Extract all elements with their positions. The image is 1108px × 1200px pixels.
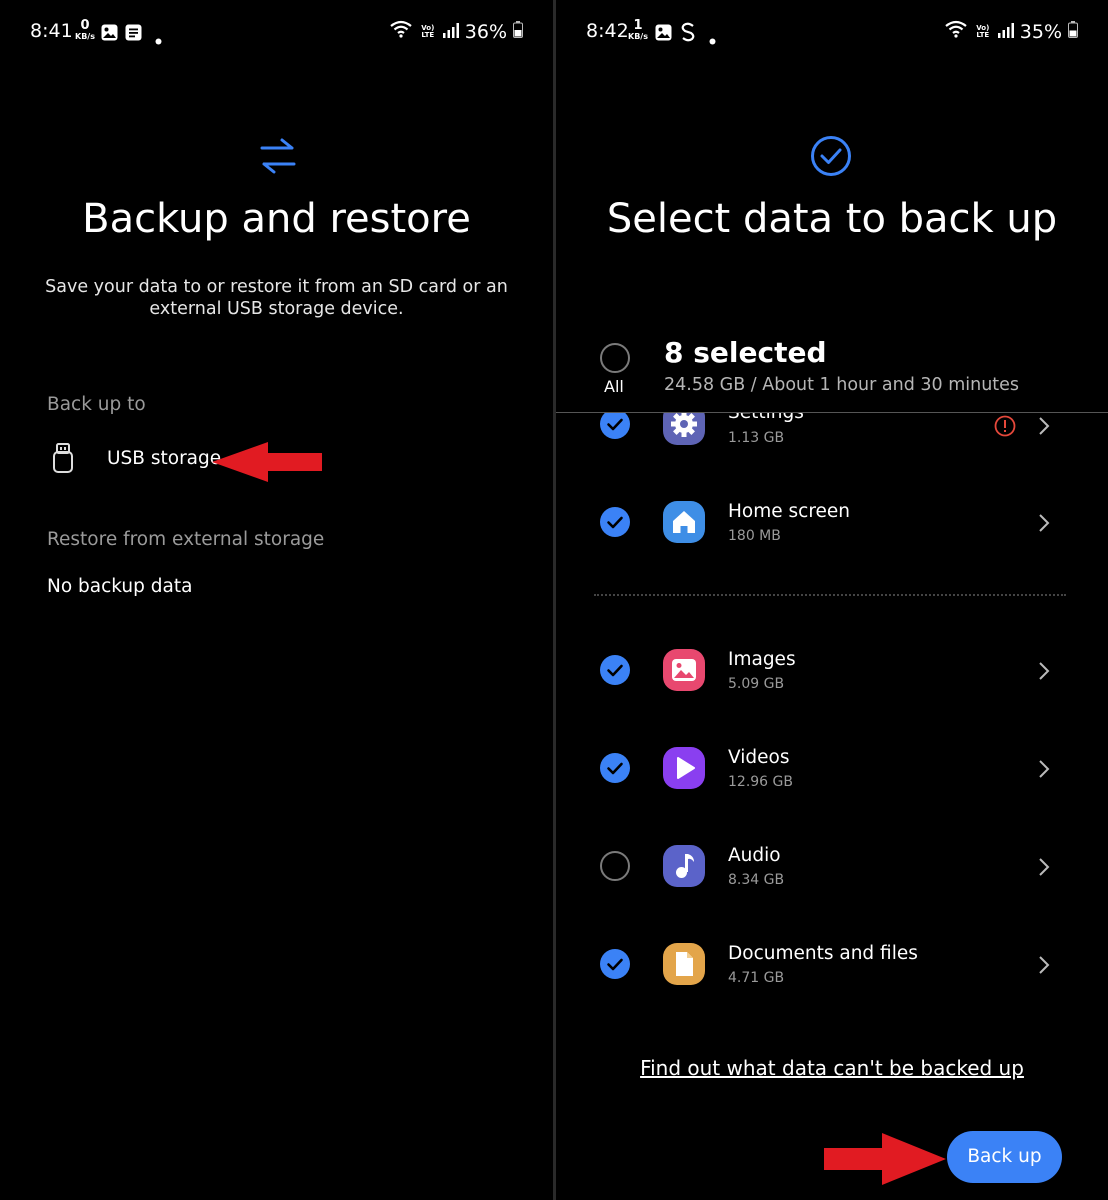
usb-storage-label: USB storage: [107, 448, 222, 469]
item-size: 8.34 GB: [728, 872, 785, 888]
play-icon: [663, 747, 705, 789]
item-title: Images: [728, 649, 796, 670]
notes-notification-icon: [125, 24, 142, 46]
page-description: Save your data to or restore it from an …: [45, 277, 508, 319]
item-size: 5.09 GB: [728, 676, 785, 692]
chevron-right-icon[interactable]: [1038, 759, 1050, 783]
status-right-group: Vo) LTE 36%: [389, 20, 523, 43]
status-bar: 8:41 0 KB/s Vo) LTE 36%: [0, 16, 553, 48]
item-size: 4.71 GB: [728, 970, 785, 986]
network-speed: 0 KB/s: [75, 19, 95, 41]
chevron-right-icon[interactable]: [1038, 661, 1050, 685]
page-title: Select data to back up: [606, 196, 1058, 242]
status-right-group: Vo) LTE 35%: [944, 20, 1078, 43]
signal-icon: [442, 21, 459, 43]
status-bar: 8:42 1 KB/s Vo) LTE 35%: [556, 16, 1108, 48]
volte-lte-indicator: Vo) LTE: [976, 23, 990, 39]
gallery-notification-icon: [655, 24, 672, 46]
network-speed: 1 KB/s: [628, 19, 648, 41]
chevron-right-icon[interactable]: [1038, 416, 1050, 440]
data-list: Settings 1.13 GB Home screen 180 MB: [556, 413, 1108, 1033]
annotation-arrow-usb: [212, 442, 324, 486]
restore-section-label: Restore from external storage: [47, 529, 325, 550]
list-item-images[interactable]: Images 5.09 GB: [556, 634, 1108, 706]
warning-icon[interactable]: [994, 415, 1016, 441]
volte-lte-indicator: Vo) LTE: [421, 23, 435, 39]
item-size: 12.96 GB: [728, 774, 793, 790]
item-size: 180 MB: [728, 528, 781, 544]
item-title: Settings: [728, 413, 804, 423]
usb-drive-icon: [52, 442, 74, 478]
list-item-videos[interactable]: Videos 12.96 GB: [556, 732, 1108, 804]
no-backup-data-text: No backup data: [47, 576, 193, 597]
back-up-button[interactable]: Back up: [947, 1131, 1062, 1183]
selection-summary: 24.58 GB / About 1 hour and 30 minutes: [664, 375, 1020, 395]
annotation-arrow-backup: [824, 1133, 948, 1189]
backup-section-label: Back up to: [47, 394, 146, 415]
usb-storage-option[interactable]: USB storage: [40, 436, 240, 484]
list-item-home-screen[interactable]: Home screen 180 MB: [556, 486, 1108, 558]
select-all-label: All: [604, 377, 624, 396]
list-item-documents[interactable]: Documents and files 4.71 GB: [556, 928, 1108, 1000]
item-title: Home screen: [728, 501, 851, 522]
document-icon: [663, 943, 705, 985]
chevron-right-icon[interactable]: [1038, 857, 1050, 881]
item-title: Documents and files: [728, 943, 918, 964]
image-icon: [663, 649, 705, 691]
backup-restore-screen: 8:41 0 KB/s Vo) LTE 36% Backup and resto…: [0, 0, 553, 1200]
item-title: Videos: [728, 747, 790, 768]
checkbox-checked-icon[interactable]: [600, 949, 630, 979]
select-all-circle-icon: [600, 343, 630, 373]
more-notifications-dot-icon: [709, 28, 716, 50]
battery-icon: [513, 20, 523, 43]
network-speed-value: 1: [633, 18, 643, 33]
selected-count: 8 selected: [664, 336, 827, 369]
page-title: Backup and restore: [82, 196, 471, 242]
item-size: 1.13 GB: [728, 430, 785, 446]
transfer-arrows-icon: [258, 136, 298, 180]
network-speed-unit: KB/s: [628, 32, 648, 41]
checkbox-unchecked-icon[interactable]: [600, 851, 630, 881]
wifi-icon: [944, 20, 968, 43]
more-notifications-dot-icon: [155, 28, 162, 50]
unsupported-data-link[interactable]: Find out what data can't be backed up: [556, 1056, 1108, 1080]
checkbox-checked-icon[interactable]: [600, 753, 630, 783]
battery-icon: [1068, 20, 1078, 43]
select-data-screen: 8:42 1 KB/s Vo) LTE 35% Select data to b…: [556, 0, 1108, 1200]
status-time: 8:42: [586, 20, 629, 42]
checkbox-checked-icon[interactable]: [600, 413, 630, 439]
select-all-checkbox[interactable]: All: [596, 340, 636, 400]
network-speed-value: 0: [80, 18, 90, 33]
checkbox-checked-icon[interactable]: [600, 655, 630, 685]
signal-icon: [997, 21, 1014, 43]
battery-percent: 36%: [464, 20, 507, 43]
network-speed-unit: KB/s: [75, 32, 95, 41]
list-item-audio[interactable]: Audio 8.34 GB: [556, 830, 1108, 902]
home-icon: [663, 501, 705, 543]
wifi-icon: [389, 20, 413, 43]
check-circle-icon: [810, 135, 852, 181]
chevron-right-icon[interactable]: [1038, 955, 1050, 979]
status-time: 8:41: [30, 20, 73, 42]
chevron-right-icon[interactable]: [1038, 513, 1050, 537]
checkbox-checked-icon[interactable]: [600, 507, 630, 537]
list-item-settings[interactable]: Settings 1.13 GB: [556, 413, 1108, 461]
battery-percent: 35%: [1019, 20, 1062, 43]
sync-notification-icon: [681, 22, 695, 47]
gallery-notification-icon: [101, 24, 118, 46]
item-title: Audio: [728, 845, 781, 866]
settings-icon: [663, 413, 705, 445]
section-divider: [594, 594, 1066, 596]
music-icon: [663, 845, 705, 887]
